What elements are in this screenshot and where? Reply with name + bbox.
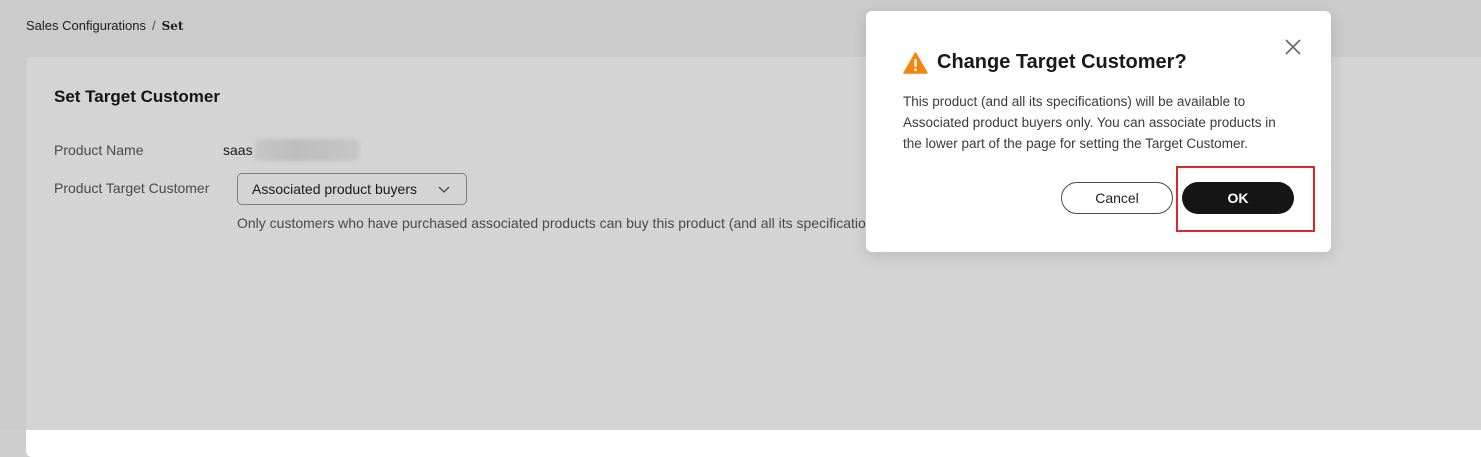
dialog-header: Change Target Customer? <box>903 51 1187 74</box>
close-icon[interactable] <box>1284 38 1302 56</box>
cancel-button[interactable]: Cancel <box>1061 182 1173 214</box>
warning-icon <box>903 51 928 74</box>
dialog-title: Change Target Customer? <box>937 51 1187 73</box>
change-target-customer-dialog: Change Target Customer? This product (an… <box>866 11 1331 252</box>
dialog-message: This product (and all its specifications… <box>903 94 1276 151</box>
ok-button[interactable]: OK <box>1182 182 1294 214</box>
